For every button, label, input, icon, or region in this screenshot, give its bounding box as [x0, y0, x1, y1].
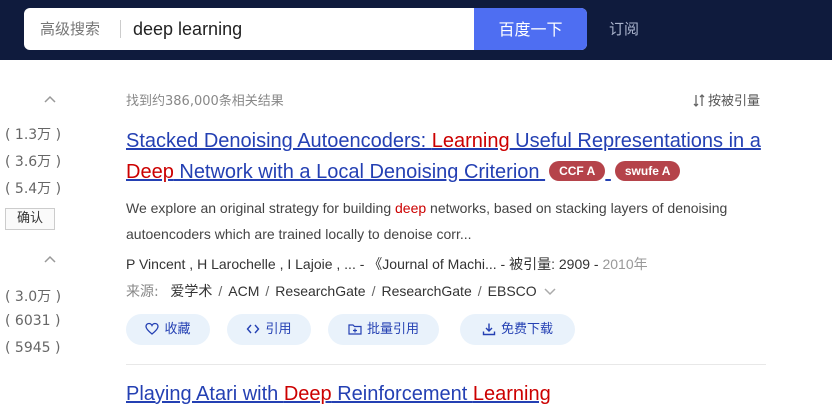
free-download-label: 免费下载: [500, 322, 553, 337]
title-text: Reinforcement: [331, 383, 473, 405]
source-link[interactable]: ResearchGate: [275, 283, 365, 299]
result-divider: [126, 364, 766, 365]
title-text: Stacked Denoising Autoencoders:: [126, 130, 432, 152]
confirm-button[interactable]: 确认: [5, 208, 55, 230]
title-text: Useful Representations in a: [509, 130, 761, 152]
sources-label: 来源:: [126, 284, 159, 300]
batch-cite-label: 批量引用: [366, 322, 419, 337]
result-authors-line: P Vincent , H Larochelle , I Lajoie , ..…: [126, 254, 648, 274]
swufe-badge: swufe A: [614, 161, 681, 181]
filter-count[interactable]: ( 5945 ): [5, 340, 60, 356]
sort-icon: [693, 94, 705, 107]
title-text: Playing Atari with: [126, 383, 284, 405]
result-count: 找到约386,000条相关结果: [126, 94, 284, 109]
filter-count[interactable]: ( 3.6万 ): [5, 151, 61, 171]
free-download-button[interactable]: 免费下载: [460, 314, 575, 345]
ccf-badge: CCF A: [549, 161, 606, 181]
search-button[interactable]: 百度一下: [474, 8, 587, 50]
heart-icon: [145, 322, 160, 335]
favorite-button[interactable]: 收藏: [126, 314, 210, 345]
abstract-highlight: deep: [395, 200, 427, 216]
title-highlight: Learning: [472, 383, 551, 405]
title-highlight: Deep: [126, 161, 174, 183]
subscribe-link[interactable]: 订阅: [609, 18, 639, 39]
title-highlight: Deep: [283, 383, 332, 405]
title-highlight: Learning: [431, 130, 510, 152]
folder-plus-icon: [348, 324, 362, 335]
chevron-up-icon[interactable]: [44, 254, 56, 266]
result-title[interactable]: Playing Atari with Deep Reinforcement Le…: [126, 383, 551, 406]
publish-year: 2010年: [602, 256, 648, 272]
chevron-down-icon[interactable]: [544, 286, 556, 296]
title-text: Network with a Local Denoising Criterion: [173, 161, 540, 183]
top-bar: 高级搜索 百度一下 订阅: [0, 0, 832, 60]
source-link[interactable]: ACM: [228, 283, 259, 299]
chevron-up-icon[interactable]: [44, 94, 56, 106]
favorite-label: 收藏: [164, 322, 191, 337]
search-input[interactable]: [133, 8, 463, 50]
source-link[interactable]: EBSCO: [488, 283, 537, 299]
authors-text[interactable]: P Vincent , H Larochelle , I Lajoie , ..…: [126, 256, 602, 272]
advanced-search-link[interactable]: 高级搜索: [40, 8, 100, 50]
sort-label: 按被引量: [708, 94, 761, 109]
filter-count[interactable]: ( 5.4万 ): [5, 178, 61, 198]
code-brackets-icon: [247, 324, 260, 334]
batch-cite-button[interactable]: 批量引用: [328, 314, 439, 345]
download-icon: [482, 323, 496, 336]
source-link[interactable]: ResearchGate: [381, 283, 471, 299]
result-abstract: We explore an original strategy for buil…: [126, 195, 766, 247]
source-link[interactable]: 爱学术: [170, 283, 212, 299]
filter-count[interactable]: ( 6031 ): [5, 313, 60, 329]
cite-label: 引用: [265, 322, 292, 337]
abstract-text: We explore an original strategy for buil…: [126, 200, 396, 216]
filter-count[interactable]: ( 3.0万 ): [5, 286, 61, 306]
cite-button[interactable]: 引用: [227, 314, 311, 345]
search-divider: [120, 20, 121, 38]
filter-count[interactable]: ( 1.3万 ): [5, 124, 61, 144]
result-sources: 来源: 爱学术 / ACM / ResearchGate / ResearchGate / EB…: [126, 281, 556, 301]
result-title[interactable]: Stacked Denoising Autoencoders: Learning…: [126, 126, 766, 188]
sort-by-citations[interactable]: 按被引量: [693, 90, 760, 109]
